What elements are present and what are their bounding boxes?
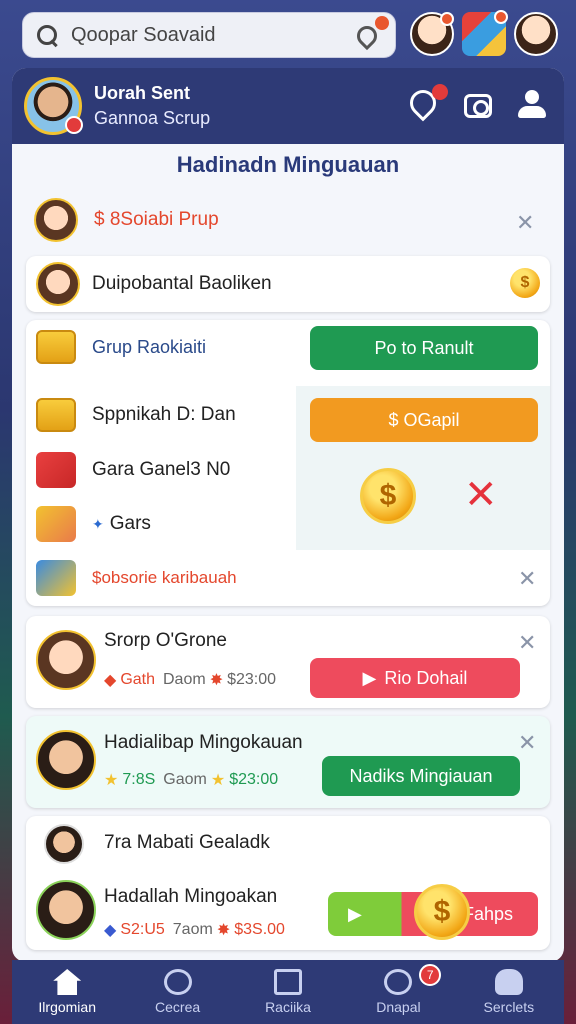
list-item[interactable]: $ 8Soiabi Prup — [34, 198, 219, 242]
avatar — [36, 630, 96, 690]
gold-stack-icon — [36, 330, 76, 364]
notification-icon[interactable] — [404, 84, 448, 122]
nav-label: Serclets — [483, 999, 535, 1015]
player-card[interactable]: 7ra Mabati Gealadk Hadallah Mingoakan ◆ … — [26, 816, 550, 950]
rewards-card: Grup Raokiaiti Po to Ranult Sppnikah D: … — [26, 320, 550, 606]
profile-name: Uorah Sent — [94, 83, 191, 103]
action-button-label: Rio Dohail — [384, 667, 468, 688]
user-add-icon[interactable] — [518, 90, 550, 122]
card-title: Hadialibap Mingokauan — [104, 732, 303, 753]
close-icon[interactable]: ✕ — [516, 210, 534, 236]
action-button[interactable]: ▶ Rio Dohail — [310, 658, 520, 698]
home-icon — [53, 969, 82, 995]
top-bar: Qoopar Soavaid — [0, 0, 576, 70]
card-title: 7ra Mabati Gealadk — [104, 832, 270, 853]
search-input[interactable]: Qoopar Soavaid — [71, 24, 353, 47]
action-button-label: Nadiks Mingiauan — [349, 765, 493, 786]
close-icon[interactable]: ✕ — [464, 472, 498, 518]
nav-label: Dnapal — [376, 999, 421, 1015]
coin-icon[interactable]: $ — [360, 468, 416, 524]
nav-profile[interactable]: Serclets — [454, 960, 564, 1024]
nav-label: Cecrea — [155, 999, 201, 1015]
gem-icon: ◆ — [104, 922, 117, 939]
card-title: Hadallah Mingoakan — [104, 886, 278, 907]
nav-label: Ilrgomian — [38, 999, 96, 1015]
star-icon: ★ — [104, 772, 119, 789]
main-panel: Uorah Sent Gannoa Scrup Hadinadn Minguau… — [12, 68, 564, 962]
stat-1: Gath — [120, 671, 155, 688]
player-card[interactable]: Hadialibap Mingokauan ★ 7:8S Gaom ★ $23:… — [26, 716, 550, 808]
avatar — [36, 262, 80, 306]
section-title: Hadinadn Minguauan — [176, 152, 400, 177]
avatar — [34, 198, 78, 242]
chat-icon — [384, 969, 413, 995]
gift-box-icon — [36, 560, 76, 596]
list-item-label: Grup Raokiaiti — [92, 336, 207, 357]
list-item-label: $ 8Soiabi Prup — [94, 209, 219, 230]
close-icon[interactable]: ✕ — [518, 630, 536, 656]
list-item-label: Sppnikah D: Dan — [92, 404, 236, 425]
avatar[interactable] — [24, 77, 83, 135]
search-icon — [35, 23, 59, 47]
amount: $23:00 — [227, 671, 277, 688]
avatar — [36, 730, 96, 790]
app-grid-icon[interactable] — [462, 10, 508, 56]
search-icon — [163, 969, 192, 995]
result-button[interactable]: Po to Ranult — [310, 326, 538, 370]
avatar — [44, 824, 84, 864]
gem-icon: ◆ — [104, 672, 117, 689]
card-title: Srorp O'Grone — [104, 630, 227, 651]
stat-1: S2:U5 — [120, 921, 165, 938]
search-bar[interactable]: Qoopar Soavaid — [22, 12, 396, 58]
coin-icon: $ — [510, 268, 540, 298]
profile-header: Uorah Sent Gannoa Scrup — [12, 68, 564, 144]
close-icon[interactable]: ✕ — [518, 566, 536, 592]
chest-icon — [36, 398, 76, 432]
amount: $3S.00 — [234, 921, 285, 938]
close-icon[interactable]: ✕ — [518, 730, 536, 756]
list-item-label: Gars — [109, 513, 151, 534]
camera-icon[interactable] — [464, 90, 496, 122]
nav-label: Raciika — [265, 999, 311, 1015]
sparkle-icon: ✦ — [92, 515, 104, 532]
avatar — [36, 880, 96, 940]
list-item-label: $obsorie karibauah — [92, 568, 237, 587]
stat-2: 7aom — [172, 921, 213, 938]
nav-messages[interactable]: 7 Dnapal — [343, 960, 453, 1024]
amount: $23:00 — [229, 771, 279, 788]
player-card[interactable]: Srorp O'Grone ◆ Gath Daom ✸ $23:00 ✕ ▶ R… — [26, 616, 550, 708]
action-button[interactable]: Nadiks Mingiauan — [322, 756, 520, 796]
game-icon — [36, 452, 76, 488]
nav-home[interactable]: Ilrgomian — [12, 960, 122, 1024]
profile-subtitle: Gannoa Scrup — [94, 108, 211, 128]
action-button-label: Fahps — [462, 903, 514, 924]
nav-search[interactable]: Cecrea — [122, 960, 232, 1024]
gapil-button[interactable]: $ OGapil — [310, 398, 538, 442]
star-icon: ★ — [210, 772, 226, 789]
list-item-label: Gara Ganel3 N0 — [92, 459, 231, 480]
list-item[interactable]: Duipobantal Baoliken $ — [26, 256, 550, 312]
microphone-icon[interactable] — [352, 16, 389, 51]
stat-1: 7:8S — [122, 771, 156, 788]
cards-icon — [36, 506, 76, 542]
notification-badge: 7 — [419, 964, 442, 986]
play-icon: ▶ — [348, 903, 362, 924]
avatar-profile-icon[interactable] — [514, 12, 558, 56]
avatar-friend-icon[interactable] — [410, 12, 454, 56]
coin-icon[interactable]: $ — [414, 884, 470, 940]
library-icon — [274, 969, 303, 995]
star-icon: ✸ — [209, 672, 224, 689]
stat-2: Gaom — [163, 771, 207, 788]
play-icon: ▶ — [362, 667, 377, 688]
stat-2: Daom — [163, 671, 206, 688]
star-icon: ✸ — [216, 922, 231, 939]
list-item-label: Duipobantal Baoliken — [92, 273, 272, 294]
user-icon — [494, 969, 523, 995]
bottom-nav: Ilrgomian Cecrea Raciika 7 Dnapal Sercle… — [12, 960, 564, 1024]
nav-library[interactable]: Raciika — [233, 960, 343, 1024]
